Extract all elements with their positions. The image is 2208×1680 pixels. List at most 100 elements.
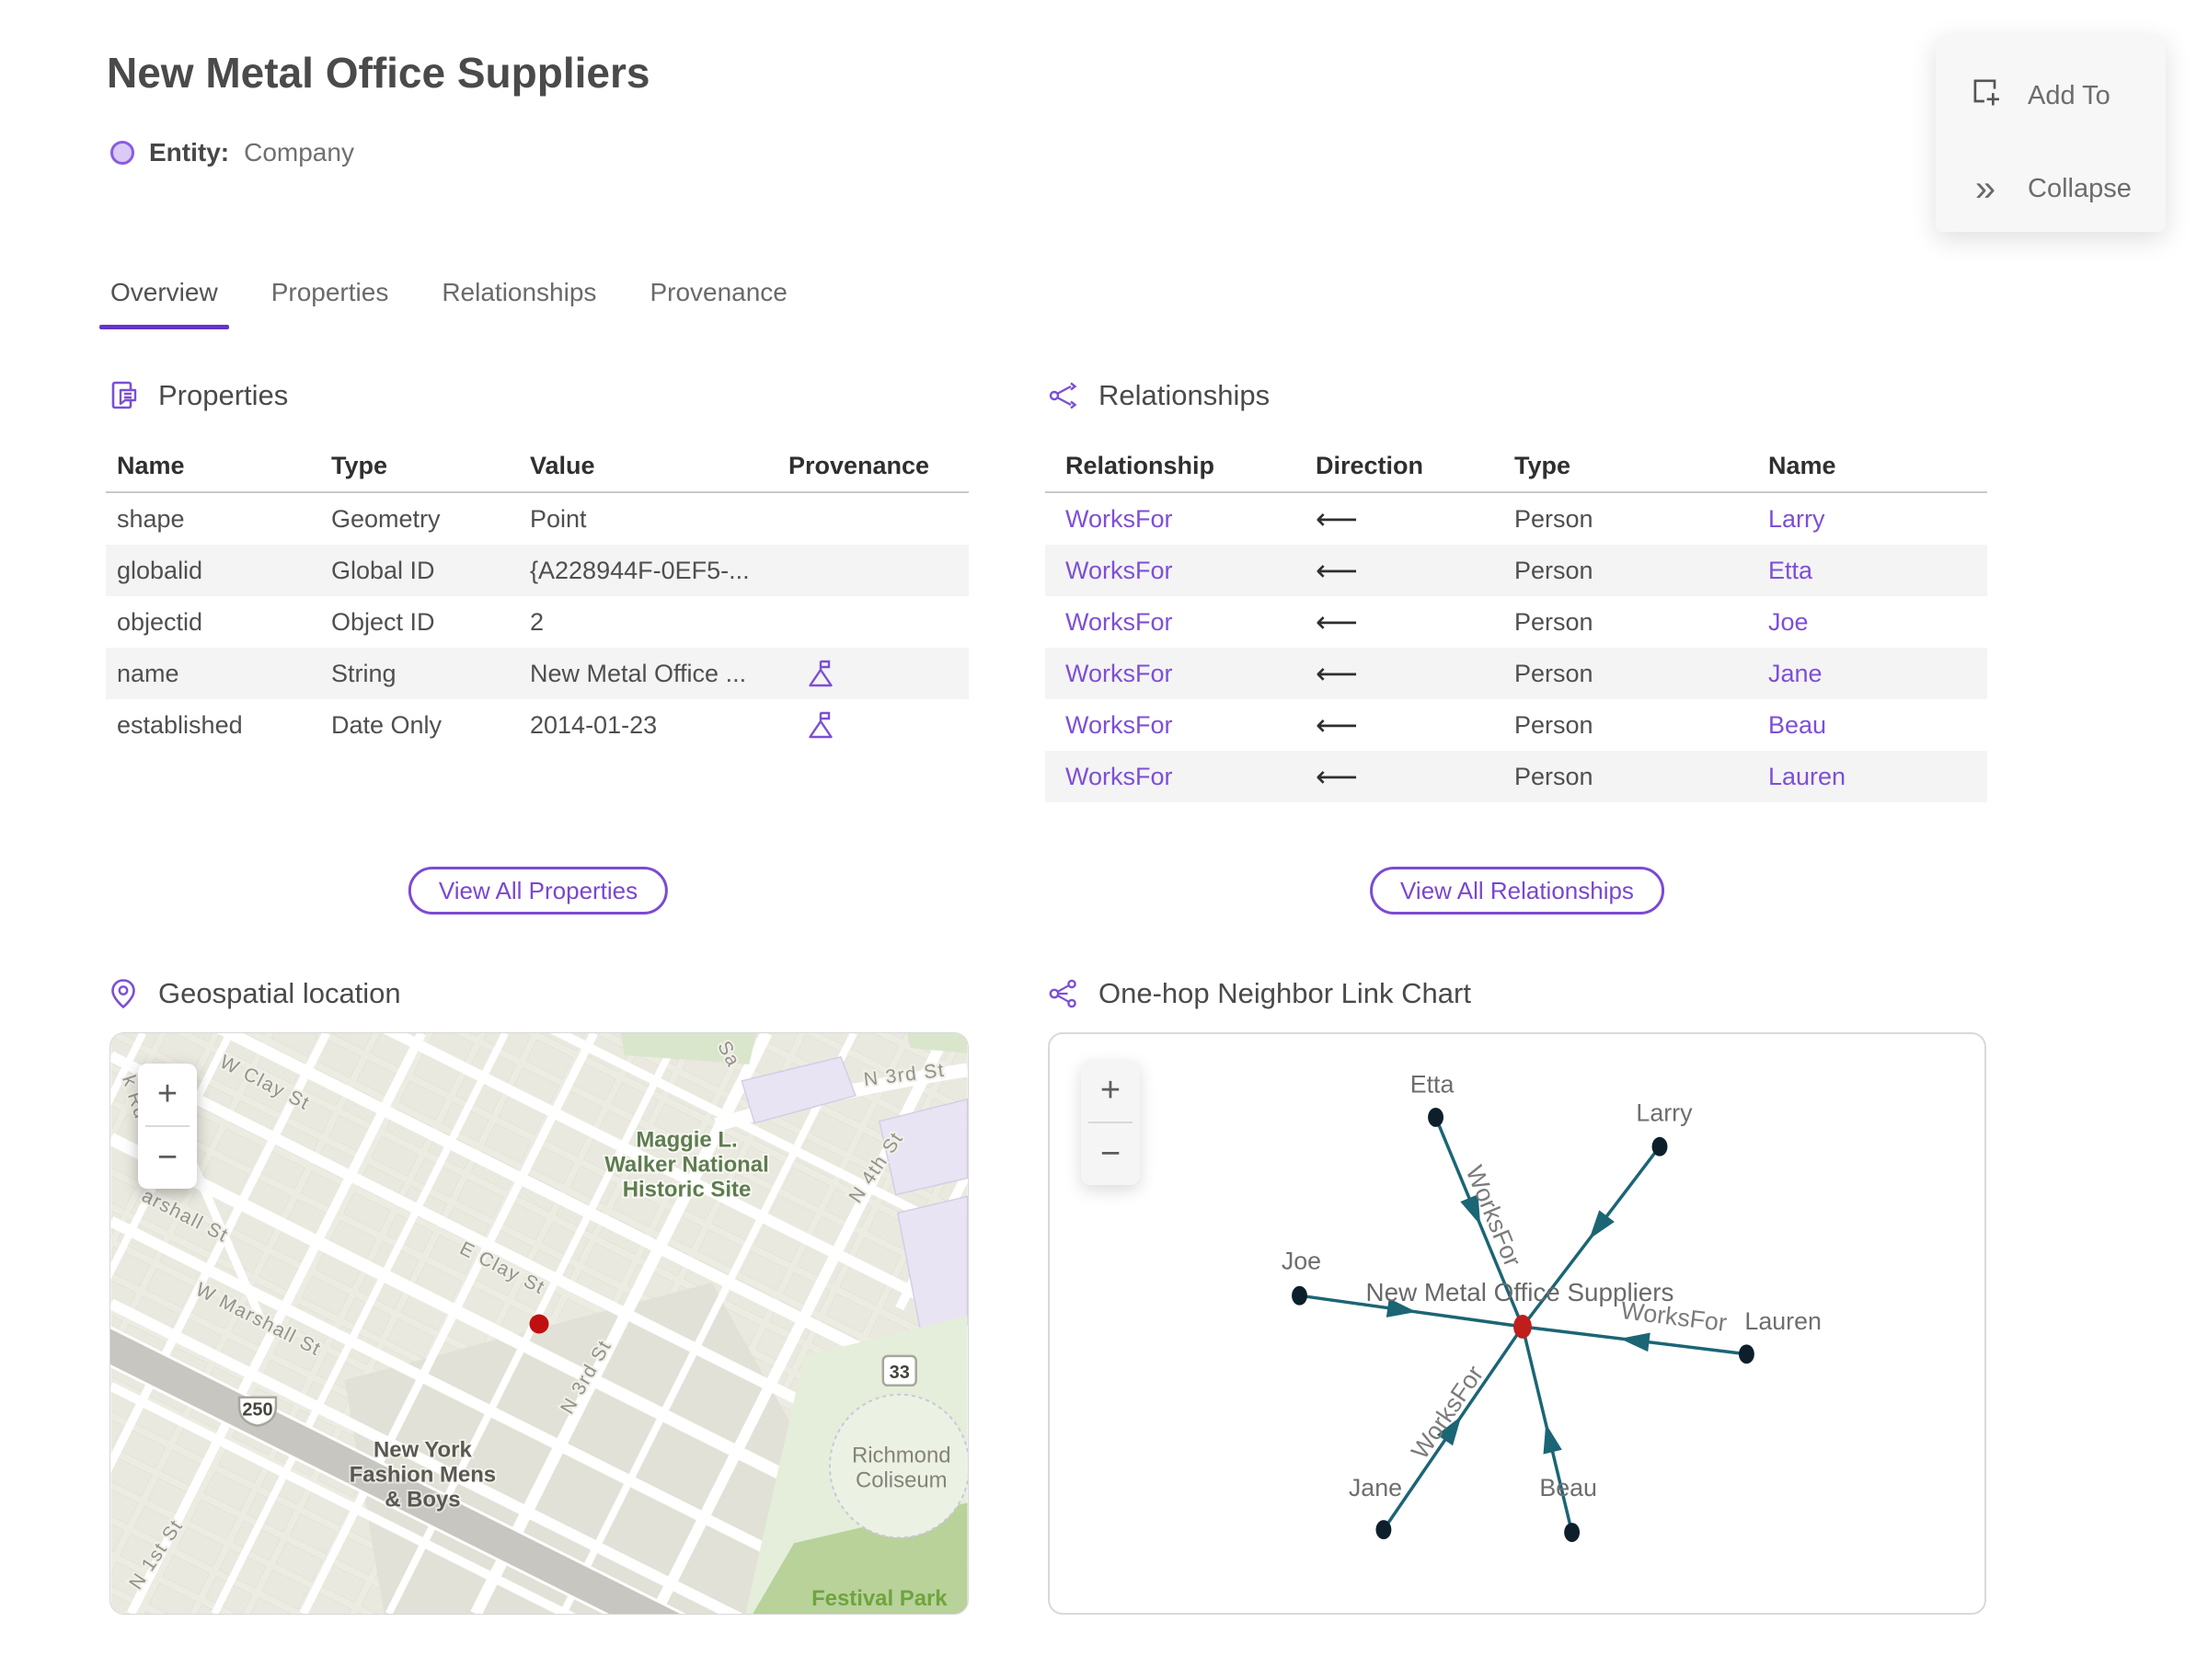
property-value-cell: 2 xyxy=(530,607,545,636)
route-shield: 33 xyxy=(881,1354,917,1387)
entity-type-cell: Person xyxy=(1514,762,1593,790)
property-value-cell: 2014-01-23 xyxy=(530,710,658,739)
entity-type-cell: Person xyxy=(1514,710,1593,739)
relationship-type-link[interactable]: WorksFor xyxy=(1065,763,1316,791)
relationships-section-header: Relationships xyxy=(1047,379,1270,412)
view-all-properties-button[interactable]: View All Properties xyxy=(408,867,669,915)
property-value-cell: New Metal Office ... xyxy=(530,659,747,687)
related-entity-link[interactable]: Beau xyxy=(1768,711,1987,740)
property-type-cell: Date Only xyxy=(331,710,443,739)
entity-type-dot-icon xyxy=(110,141,134,165)
direction-arrow: ⟵ xyxy=(1316,605,1358,639)
related-entity-link[interactable]: Joe xyxy=(1768,608,1987,637)
chart-node-etta[interactable] xyxy=(1428,1107,1444,1127)
map-zoom-control: + − xyxy=(138,1064,197,1189)
direction-arrow: ⟵ xyxy=(1316,760,1358,793)
tab-properties[interactable]: Properties xyxy=(271,278,389,329)
direction-arrow: ⟵ xyxy=(1316,657,1358,690)
relationship-row: WorksFor ⟵ Person Beau xyxy=(1045,699,1987,751)
column-header: Name xyxy=(1768,451,1836,479)
properties-icon xyxy=(107,379,140,412)
relationship-type-link[interactable]: WorksFor xyxy=(1065,608,1316,637)
geospatial-map[interactable]: + − 33 250 k Rd W Clay St Sa N 3rd St N … xyxy=(109,1032,969,1615)
chart-center-label: New Metal Office Suppliers xyxy=(1366,1278,1674,1306)
property-row: globalid Global ID {A228944F-0EF5-... xyxy=(106,545,969,596)
add-to-label: Add To xyxy=(2028,80,2110,110)
chart-node-lauren[interactable] xyxy=(1738,1344,1754,1364)
column-header: Relationship xyxy=(1065,451,1215,479)
property-name-cell: name xyxy=(117,659,179,687)
related-entity-link[interactable]: Jane xyxy=(1768,660,1987,688)
related-entity-link[interactable]: Lauren xyxy=(1768,763,1987,791)
property-type-cell: Object ID xyxy=(331,607,435,636)
chart-zoom-control: + − xyxy=(1081,1060,1140,1185)
column-header: Provenance xyxy=(788,451,930,479)
property-type-cell: String xyxy=(331,659,397,687)
entity-type-cell: Person xyxy=(1514,504,1593,533)
geospatial-section-header: Geospatial location xyxy=(107,977,401,1010)
chart-zoom-out-button[interactable]: − xyxy=(1081,1123,1140,1185)
chart-node-beau[interactable] xyxy=(1564,1523,1581,1542)
chart-node-label: Etta xyxy=(1410,1071,1455,1099)
relationship-type-link[interactable]: WorksFor xyxy=(1065,660,1316,688)
link-chart-icon xyxy=(1047,977,1080,1010)
relationship-row: WorksFor ⟵ Person Jane xyxy=(1045,648,1987,699)
relationships-icon xyxy=(1047,379,1080,412)
collapse-label: Collapse xyxy=(2028,173,2132,203)
map-label: Walker National xyxy=(604,1153,768,1178)
svg-text:250: 250 xyxy=(242,1400,272,1421)
property-row: name String New Metal Office ... xyxy=(106,648,969,699)
map-label: Richmond xyxy=(852,1444,951,1468)
related-entity-link[interactable]: Larry xyxy=(1768,505,1987,534)
property-name-cell: shape xyxy=(117,504,185,533)
map-canvas[interactable]: 33250 k Rd W Clay St SaN 3rd StN 4th Stars… xyxy=(110,1033,968,1614)
map-label: Festival Park xyxy=(811,1586,948,1611)
svg-text:33: 33 xyxy=(890,1363,910,1383)
column-header: Type xyxy=(331,451,388,479)
provenance-flag-icon[interactable] xyxy=(805,658,836,689)
relationship-type-link[interactable]: WorksFor xyxy=(1065,557,1316,585)
relationship-row: WorksFor ⟵ Person Etta xyxy=(1045,545,1987,596)
tab-provenance[interactable]: Provenance xyxy=(650,278,787,329)
view-all-relationships-button[interactable]: View All Relationships xyxy=(1370,867,1664,915)
map-zoom-in-button[interactable]: + xyxy=(138,1064,197,1125)
tab-overview[interactable]: Overview xyxy=(99,278,229,329)
chart-node-jane[interactable] xyxy=(1375,1520,1392,1540)
related-entity-link[interactable]: Etta xyxy=(1768,557,1987,585)
chevrons-right-icon: » xyxy=(1974,168,1996,209)
properties-section-title: Properties xyxy=(158,379,289,411)
edge-arrowhead-icon xyxy=(1619,1332,1650,1352)
map-zoom-out-button[interactable]: − xyxy=(138,1127,197,1189)
property-name-cell: objectid xyxy=(117,607,203,636)
properties-section-header: Properties xyxy=(107,379,288,412)
chart-node-larry[interactable] xyxy=(1651,1136,1668,1156)
direction-arrow: ⟵ xyxy=(1316,708,1358,742)
link-chart-panel[interactable]: + − WorksFor WorksFor WorksFor Etta Larry Joe… xyxy=(1048,1032,1986,1615)
add-to-button[interactable]: Add To xyxy=(1967,74,2110,118)
property-name-cell: globalid xyxy=(117,556,203,584)
entity-badge: Entity: Company xyxy=(110,138,354,167)
tab-bar: Overview Properties Relationships Provenanc… xyxy=(99,278,788,329)
collapse-button[interactable]: » Collapse xyxy=(1967,168,2132,209)
relationship-row: WorksFor ⟵ Person Lauren xyxy=(1045,751,1987,802)
chart-zoom-in-button[interactable]: + xyxy=(1081,1060,1140,1122)
provenance-flag-icon[interactable] xyxy=(805,709,836,741)
edge-arrowhead-icon xyxy=(1589,1210,1615,1239)
tab-relationships[interactable]: Relationships xyxy=(442,278,596,329)
entity-location-marker[interactable] xyxy=(529,1314,549,1334)
properties-table: Name Type Value Provenance shape Geometry Poi… xyxy=(106,440,969,751)
link-chart-canvas[interactable]: WorksForWorksForWorksForEttaLarryJoeLaur… xyxy=(1050,1034,1984,1613)
map-pin-icon xyxy=(107,977,140,1010)
relationship-type-link[interactable]: WorksFor xyxy=(1065,505,1316,534)
chart-center-node[interactable] xyxy=(1513,1315,1532,1339)
direction-arrow: ⟵ xyxy=(1316,502,1358,535)
relationship-type-link[interactable]: WorksFor xyxy=(1065,711,1316,740)
property-value-cell: {A228944F-0EF5-... xyxy=(530,556,750,584)
entity-type-cell: Person xyxy=(1514,607,1593,636)
relationships-table: Relationship Direction Type Name WorksFor ⟵ P… xyxy=(1045,440,1987,802)
edge-label: WorksFor xyxy=(1406,1361,1489,1464)
chart-node-joe[interactable] xyxy=(1292,1285,1307,1306)
edge-arrowhead-icon xyxy=(1543,1423,1562,1455)
properties-table-header: Name Type Value Provenance xyxy=(106,440,969,493)
geospatial-section-title: Geospatial location xyxy=(158,977,401,1009)
